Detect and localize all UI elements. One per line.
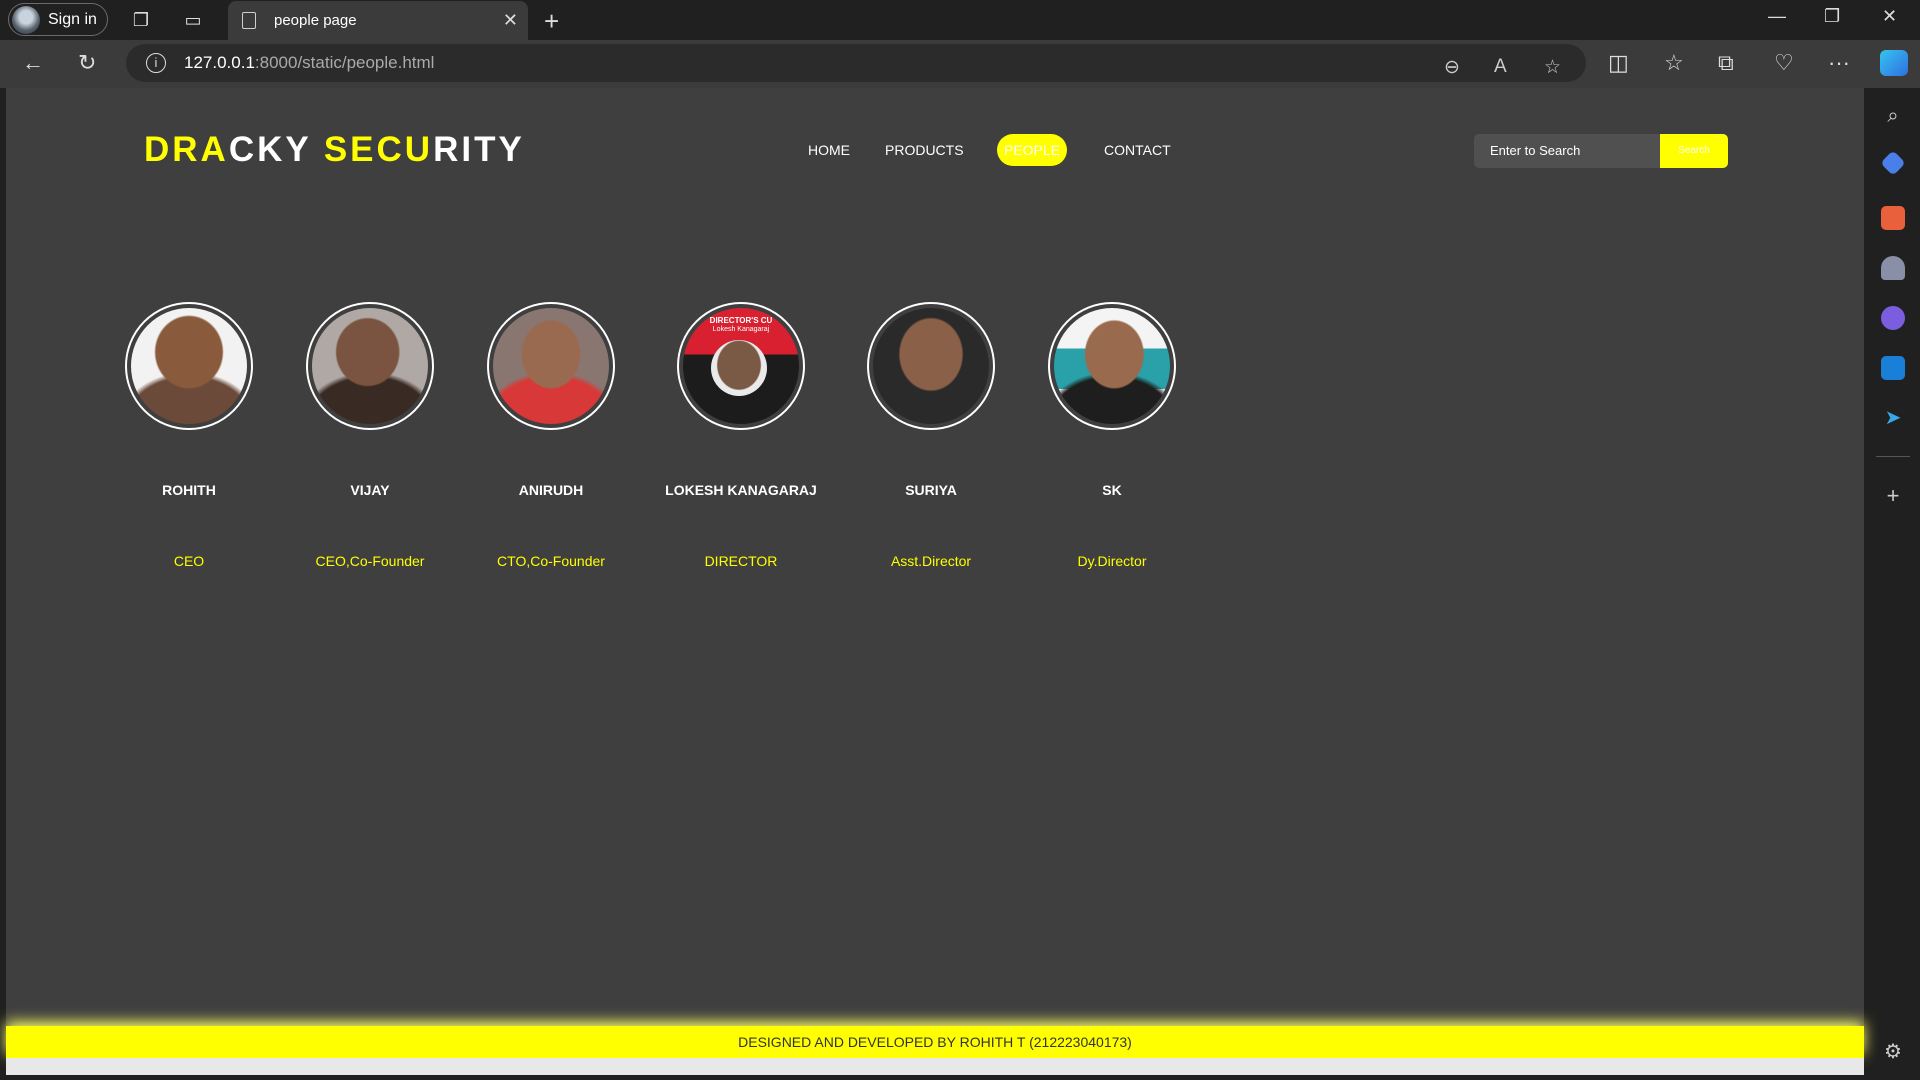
copilot-icon[interactable] (1880, 50, 1908, 76)
nav-products[interactable]: PRODUCTS (885, 134, 964, 166)
profile-signin-button[interactable]: Sign in (8, 3, 108, 36)
address-bar[interactable]: i 127.0.0.1:8000/static/people.html ⊖ A … (126, 44, 1586, 82)
person-name: SK (1102, 482, 1122, 498)
nav-people[interactable]: PEOPLE (997, 134, 1067, 166)
split-screen-icon[interactable]: ◫ (1608, 50, 1629, 76)
nav-contact[interactable]: CONTACT (1104, 134, 1171, 166)
url-text: 127.0.0.1:8000/static/people.html (184, 53, 435, 72)
tab-actions-icon[interactable]: ▭ (182, 9, 204, 31)
games-icon[interactable] (1881, 256, 1905, 280)
tab-title: people page (274, 12, 357, 29)
person-photo (306, 302, 434, 430)
workspaces-icon[interactable]: ❐ (130, 9, 152, 31)
web-page: DRACKY SECURITY HOME PRODUCTS PEOPLE CON… (6, 88, 1864, 1075)
person-name: VIJAY (350, 482, 390, 498)
person-card: SURIYA Asst.Director (841, 302, 1021, 569)
footer-strip (6, 1058, 1864, 1075)
tools-icon[interactable] (1881, 206, 1905, 230)
browser-title-bar: Sign in ❐ ▭ people page ✕ + — ❐ ✕ (0, 0, 1920, 40)
shopping-tag-icon[interactable] (1880, 150, 1906, 176)
page-footer: DESIGNED AND DEVELOPED BY ROHITH T (2122… (6, 1026, 1864, 1058)
person-card: SK Dy.Director (1022, 302, 1202, 569)
read-aloud-icon[interactable]: A (1494, 56, 1507, 78)
outlook-icon[interactable] (1881, 356, 1905, 380)
zoom-out-icon[interactable]: ⊖ (1444, 56, 1460, 79)
refresh-icon[interactable]: ↻ (78, 50, 96, 76)
favorite-star-icon[interactable]: ☆ (1544, 56, 1561, 79)
search-icon[interactable]: ⌕ (1881, 104, 1905, 128)
back-icon[interactable]: ← (22, 50, 44, 76)
signin-label: Sign in (48, 10, 97, 28)
person-role: Dy.Director (1077, 553, 1147, 569)
nav-home[interactable]: HOME (808, 134, 850, 166)
person-name: ROHITH (162, 482, 216, 498)
search-input[interactable]: Enter to Search (1474, 134, 1660, 168)
search-button[interactable]: Search (1660, 134, 1728, 168)
person-card: VIJAY CEO,Co-Founder (280, 302, 460, 569)
poster-title: DIRECTOR'S CU (709, 316, 773, 325)
site-logo[interactable]: DRACKY SECURITY (144, 130, 525, 170)
sidebar-settings-icon[interactable]: ⚙ (1881, 1040, 1905, 1064)
person-photo (125, 302, 253, 430)
minimize-icon[interactable]: — (1768, 6, 1786, 27)
edge-sidebar: ⌕ ➤ + ⚙ (1866, 50, 1920, 1080)
person-photo (867, 302, 995, 430)
person-name: LOKESH KANAGARAJ (665, 482, 817, 498)
person-card: DIRECTOR'S CU Lokesh Kanagaraj LOKESH KA… (651, 302, 831, 569)
person-photo (487, 302, 615, 430)
person-role: CEO (173, 553, 205, 569)
add-sidebar-app-icon[interactable]: + (1881, 484, 1905, 508)
person-role: DIRECTOR (704, 553, 778, 569)
drop-send-icon[interactable]: ➤ (1881, 406, 1905, 430)
address-toolbar: ← ↻ i 127.0.0.1:8000/static/people.html … (0, 40, 1920, 88)
collections-icon[interactable]: ⧉ (1718, 50, 1734, 76)
poster-subtitle: Lokesh Kanagaraj (712, 326, 770, 333)
person-photo: DIRECTOR'S CU Lokesh Kanagaraj (677, 302, 805, 430)
person-name: SURIYA (905, 482, 957, 498)
more-menu-icon[interactable]: ··· (1828, 50, 1850, 76)
favorites-icon[interactable]: ☆ (1664, 50, 1684, 76)
microsoft-365-icon[interactable] (1881, 306, 1905, 330)
new-tab-button[interactable]: + (544, 6, 559, 37)
close-tab-icon[interactable]: ✕ (503, 10, 518, 31)
person-role: Asst.Director (890, 553, 972, 569)
page-icon (242, 12, 256, 29)
person-card: ROHITH CEO (99, 302, 279, 569)
tab-people-page[interactable]: people page ✕ (228, 1, 528, 40)
profile-avatar-icon (12, 5, 40, 34)
person-role: CEO,Co-Founder (315, 553, 425, 569)
person-name: ANIRUDH (518, 482, 584, 498)
close-window-icon[interactable]: ✕ (1882, 6, 1897, 27)
person-role: CTO,Co-Founder (497, 553, 605, 569)
person-card: ANIRUDH CTO,Co-Founder (461, 302, 641, 569)
browser-essentials-icon[interactable]: ♡ (1774, 50, 1794, 76)
site-info-icon[interactable]: i (146, 53, 166, 73)
restore-icon[interactable]: ❐ (1824, 6, 1840, 27)
person-photo (1048, 302, 1176, 430)
sidebar-divider (1876, 456, 1910, 457)
